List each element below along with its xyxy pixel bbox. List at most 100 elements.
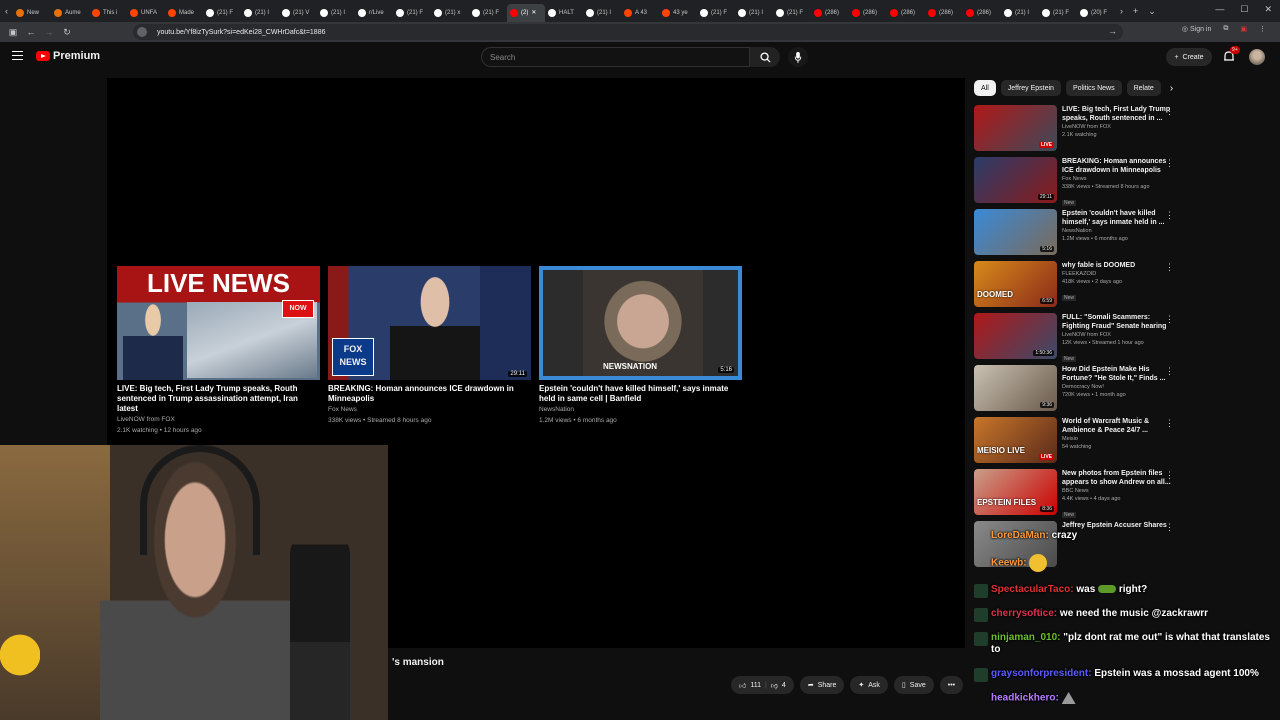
related-video-channel[interactable]: LiveNOW from FOX [1062,331,1172,339]
related-video-thumbnail[interactable]: LIVE [974,105,1057,151]
end-card-title[interactable]: Epstein 'couldn't have killed himself,' … [539,384,742,404]
related-video-channel[interactable]: BBC News [1062,487,1172,495]
address-url[interactable]: youtu.be/Yf8izTySurk?si=edKei28_CWHrDafc… [157,29,325,36]
extensions-icon[interactable]: ⧉ [1223,25,1228,33]
sidebar-toggle-icon[interactable]: ▣ [4,27,22,38]
go-icon[interactable]: → [1108,26,1117,36]
related-video-thumbnail[interactable]: 9:36 [974,365,1057,411]
related-video-title[interactable]: New photos from Epstein files appears to… [1062,469,1172,487]
browser-tab[interactable]: (286) [963,4,1001,22]
related-video-thumbnail[interactable]: EPSTEIN FILES 8:36 [974,469,1057,515]
maximize-icon[interactable]: ☐ [1240,4,1248,15]
related-video-channel[interactable]: Meisio [1062,435,1172,443]
related-video-item[interactable]: 1:50:36 FULL: "Somali Scammers: Fighting … [974,313,1174,365]
related-video-channel[interactable]: LiveNOW from FOX [1062,123,1172,131]
browser-tab[interactable]: (286) [849,4,887,22]
search-button[interactable] [750,47,780,67]
address-bar[interactable]: youtu.be/Yf8izTySurk?si=edKei28_CWHrDafc… [133,24,1123,40]
chat-username[interactable]: graysonforpresident: [991,668,1092,679]
browser-tab[interactable]: HALT [545,4,583,22]
end-card-title[interactable]: LIVE: Big tech, First Lady Trump speaks,… [117,384,320,414]
more-options-icon[interactable]: ⋮ [1165,210,1174,221]
related-video-title[interactable]: why fable is DOOMED [1062,261,1172,270]
browser-tab[interactable]: New [13,4,51,22]
related-video-item[interactable]: DOOMED 6:59 why fable is DOOMED FLEEKAZOID 4… [974,261,1174,313]
thumbs-down-icon[interactable]: 👎︎ [771,681,778,690]
end-card[interactable]: FOX NEWS 29:11 BREAKING: Homan announces … [328,266,531,436]
related-video-title[interactable]: Jeffrey Epstein Accuser Shares [1062,521,1172,530]
browser-tab[interactable]: r/Live [355,4,393,22]
create-button[interactable]: + Create [1166,48,1212,66]
end-card[interactable]: LIVE NEWS NOW LIVE: Big tech, First Lady… [117,266,320,436]
browser-tab[interactable]: A 43 [621,4,659,22]
related-video-title[interactable]: How Did Epstein Make His Fortune? "He St… [1062,365,1172,383]
browser-tab[interactable]: (21) I [317,4,355,22]
chat-username[interactable]: cherrysoftice: [991,608,1057,619]
chat-username[interactable]: SpectacularTaco: [991,584,1074,595]
close-tab-icon[interactable]: ✕ [531,9,536,16]
ask-button[interactable]: ✦ Ask [850,676,888,694]
end-card-thumbnail[interactable]: LIVE NEWS NOW [117,266,320,380]
chips-next-icon[interactable]: › [1170,83,1173,94]
related-video-item[interactable]: 9:36 How Did Epstein Make His Fortune? "H… [974,365,1174,417]
browser-tab[interactable]: (21) F [1039,4,1077,22]
browser-tab[interactable]: UNFA [127,4,165,22]
browser-tab[interactable]: 43 ye [659,4,697,22]
related-video-title[interactable]: FULL: "Somali Scammers: Fighting Fraud" … [1062,313,1172,331]
browser-tab[interactable]: (21) I [241,4,279,22]
tab-scroll-right-icon[interactable]: › [1115,6,1128,16]
more-options-icon[interactable]: ⋮ [1165,314,1174,325]
browser-tab[interactable]: (21) I [583,4,621,22]
related-video-channel[interactable]: NewsNation [1062,227,1172,235]
related-video-channel[interactable]: Democracy Now! [1062,383,1172,391]
voice-search-button[interactable] [788,47,808,67]
related-video-item[interactable]: 29:11 BREAKING: Homan announces ICE drawd… [974,157,1174,209]
chip-related[interactable]: Relate [1126,80,1161,96]
browser-tab[interactable]: (21) F [393,4,431,22]
related-video-channel[interactable]: FLEEKAZOID [1062,270,1172,278]
extension-icon[interactable]: ▣ [1240,25,1247,33]
save-button[interactable]: ▯ Save [893,676,934,694]
tab-search-icon[interactable]: ⌄ [1143,6,1161,17]
chip-jeffrey-epstein[interactable]: Jeffrey Epstein [1000,80,1061,96]
browser-tab[interactable]: (21) I [735,4,773,22]
browser-tab[interactable]: (21) I [1001,4,1039,22]
related-video-item[interactable]: LIVE LIVE: Big tech, First Lady Trump spe… [974,105,1174,157]
minimize-icon[interactable]: — [1215,4,1224,15]
related-video-title[interactable]: World of Warcraft Music & Ambience & Pea… [1062,417,1172,435]
related-video-thumbnail[interactable]: 5:16 [974,209,1057,255]
more-options-icon[interactable]: ⋮ [1165,158,1174,169]
menu-icon[interactable]: ⋮ [1259,25,1266,33]
profile-sign-in[interactable]: ◎ Sign in [1182,25,1211,33]
browser-tab[interactable]: (286) [887,4,925,22]
chat-username[interactable]: headkickhero: [991,693,1059,704]
end-card-thumbnail[interactable]: NEWSNATION 5:16 [539,266,742,380]
browser-tab[interactable]: This i [89,4,127,22]
related-video-title[interactable]: Epstein 'couldn't have killed himself,' … [1062,209,1172,227]
browser-tab[interactable]: (21) x [431,4,469,22]
related-video-thumbnail[interactable]: MEISIO LIVE LIVE [974,417,1057,463]
browser-tab[interactable]: (20) F [1077,4,1115,22]
end-card[interactable]: NEWSNATION 5:16 Epstein 'couldn't have k… [539,266,742,436]
browser-tab[interactable]: Aume [51,4,89,22]
reload-icon[interactable]: ↻ [58,27,76,38]
like-button[interactable]: 👍︎ 111 | 👎︎ 4 [731,676,794,694]
browser-tab[interactable]: (21) V [279,4,317,22]
more-options-icon[interactable]: ⋮ [1165,366,1174,377]
new-tab-button[interactable]: + [1128,6,1143,16]
guide-menu-icon[interactable] [12,51,23,60]
end-card-thumbnail[interactable]: FOX NEWS 29:11 [328,266,531,380]
related-video-item[interactable]: MEISIO LIVE LIVE World of Warcraft Music &… [974,417,1174,469]
related-video-thumbnail[interactable]: DOOMED 6:59 [974,261,1057,307]
more-options-icon[interactable]: ⋮ [1165,418,1174,429]
back-icon[interactable]: ← [22,27,40,37]
browser-tab[interactable]: Made [165,4,203,22]
browser-tab[interactable]: (21) F [469,4,507,22]
related-video-item[interactable]: EPSTEIN FILES 8:36 New photos from Epstein… [974,469,1174,521]
share-button[interactable]: ➦ Share [799,676,845,694]
youtube-logo[interactable]: Premium [36,50,100,62]
related-video-title[interactable]: BREAKING: Homan announces ICE drawdown i… [1062,157,1172,175]
close-window-icon[interactable]: ✕ [1264,4,1272,15]
chat-username[interactable]: LoreDaMan: [991,530,1049,541]
browser-tab[interactable]: (21) F [773,4,811,22]
